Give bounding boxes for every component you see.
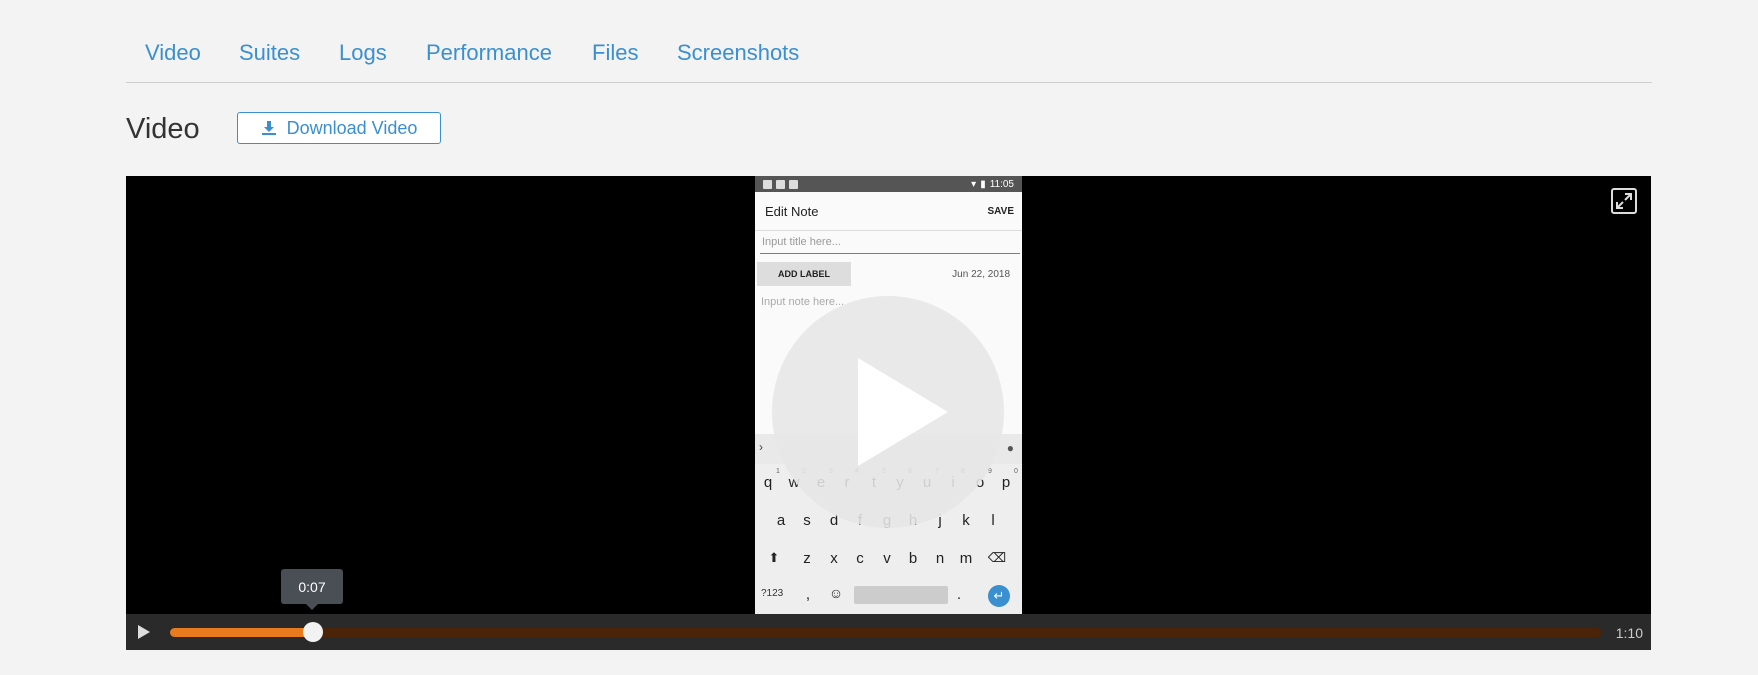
tab-files[interactable]: Files: [592, 40, 638, 66]
progress-fill: [170, 628, 314, 637]
key: p: [1001, 474, 1011, 491]
symbols-key: ?123: [761, 588, 784, 599]
expand-icon: [1616, 193, 1632, 209]
space-key: [854, 586, 948, 604]
phone-status-bar: ▾ ▮ 11:05: [755, 176, 1022, 192]
progress-bar[interactable]: [170, 628, 1602, 637]
key: n: [935, 550, 945, 567]
battery-icon: ▮: [980, 178, 986, 190]
tab-video[interactable]: Video: [145, 40, 201, 66]
save-button: SAVE: [987, 205, 1015, 217]
notification-icon: [763, 179, 772, 189]
tab-suites[interactable]: Suites: [239, 40, 300, 66]
key: a: [776, 512, 786, 529]
notification-icon: [789, 179, 798, 189]
period-key: .: [956, 586, 962, 603]
download-button-label: Download Video: [286, 117, 418, 138]
nav-tabs: Video Suites Logs Performance Files Scre…: [126, 0, 1652, 83]
tab-logs[interactable]: Logs: [339, 40, 387, 66]
emoji-icon: ☺: [828, 585, 844, 601]
duration: 1:10: [1615, 625, 1643, 641]
title-field: Input title here...: [760, 236, 1020, 254]
app-bar: Edit Note SAVE: [755, 192, 1022, 231]
key: c: [856, 550, 864, 567]
backspace-icon: ⌫: [987, 550, 1007, 565]
key: x: [830, 550, 838, 567]
tab-screenshots[interactable]: Screenshots: [677, 40, 799, 66]
app-title: Edit Note: [765, 203, 819, 219]
video-controls: 1:10: [126, 614, 1651, 650]
key-hint: 1: [776, 468, 780, 475]
note-date: Jun 22, 2018: [952, 268, 1010, 280]
key: s: [803, 512, 811, 529]
video-player[interactable]: ▾ ▮ 11:05 Edit Note SAVE Input title her…: [126, 176, 1651, 650]
key: q: [763, 474, 773, 491]
scrubber-handle[interactable]: [303, 622, 324, 642]
shift-icon: ⬆: [768, 550, 780, 565]
section-title: Video: [126, 113, 200, 145]
download-video-button[interactable]: Download Video: [237, 112, 441, 144]
status-time: 11:05: [989, 178, 1014, 190]
big-play-button[interactable]: [772, 296, 1004, 528]
key-hint: 0: [1014, 468, 1018, 475]
add-label-button: ADD LABEL: [757, 262, 851, 286]
tab-performance[interactable]: Performance: [426, 40, 552, 66]
key: v: [883, 550, 891, 567]
key: m: [959, 550, 973, 567]
play-icon[interactable]: [138, 625, 150, 639]
enter-icon: ↵: [988, 585, 1010, 607]
microphone-icon: ●: [1006, 441, 1014, 455]
key: k: [962, 512, 970, 529]
signal-icon: ▾: [971, 178, 977, 190]
key: l: [991, 512, 995, 529]
key: b: [908, 550, 918, 567]
key: z: [803, 550, 811, 567]
comma-key: ,: [805, 586, 811, 603]
fullscreen-button[interactable]: [1611, 188, 1637, 214]
notification-icon: [776, 179, 785, 189]
time-tooltip: 0:07: [281, 569, 343, 610]
chevron-right-icon: ›: [759, 440, 763, 454]
download-icon: [261, 121, 276, 135]
play-icon: [858, 358, 948, 466]
